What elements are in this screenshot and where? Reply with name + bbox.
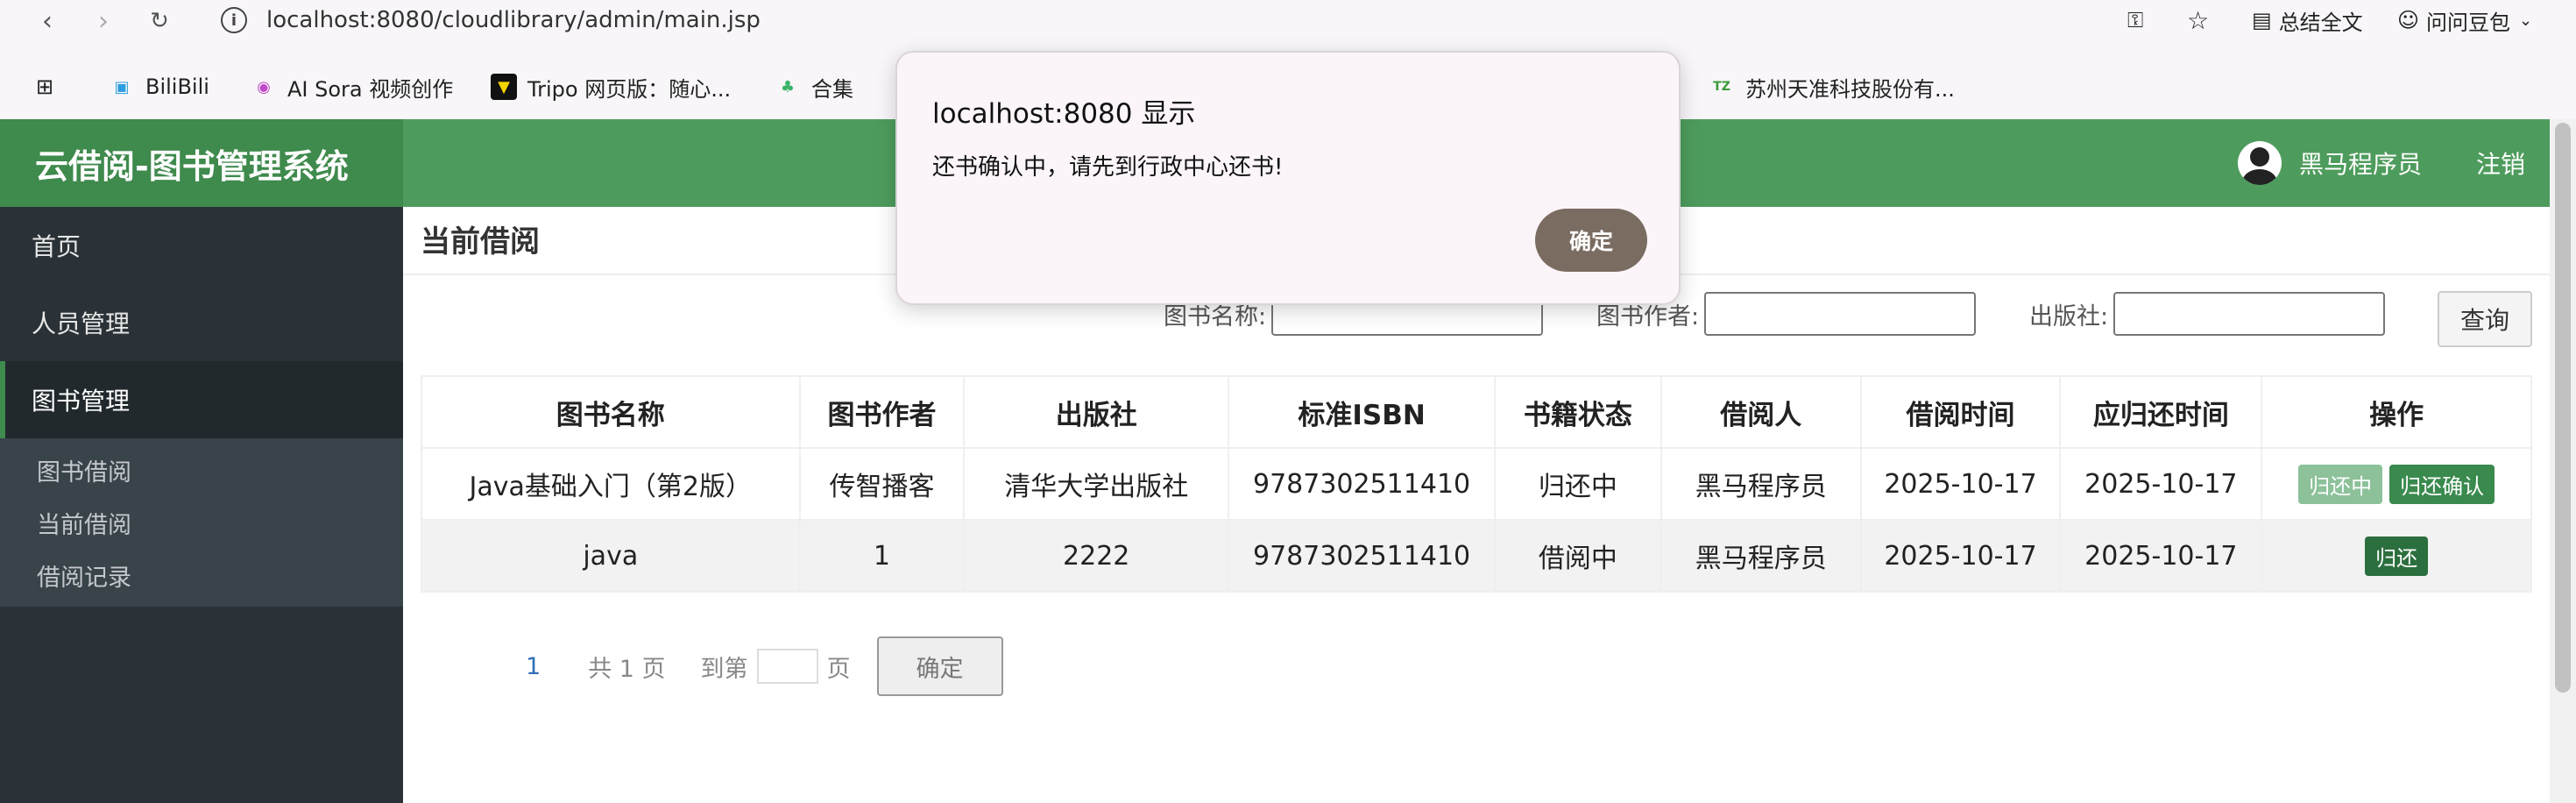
goto-page-input[interactable] [756, 649, 818, 684]
current-page-link[interactable]: 1 [526, 653, 541, 680]
column-header: 书籍状态 [1494, 375, 1662, 449]
doubao-avatar-icon: ☺ [2397, 8, 2420, 32]
cell-return-time: 2025-10-17 [2059, 447, 2263, 521]
borrow-table: 图书名称 图书作者 出版社 标准ISBN 书籍状态 借阅人 借阅时间 应归还时间… [421, 375, 2532, 593]
cell-status: 归还中 [1494, 447, 1662, 521]
bookmark-star-icon[interactable]: ☆ [2187, 2, 2209, 39]
forward-icon[interactable]: › [86, 4, 121, 39]
sidebar-item-users[interactable]: 人员管理 [0, 284, 403, 361]
total-pages: 共 1 页 [588, 655, 666, 683]
tripo-icon: ▼ [491, 74, 517, 100]
key-icon[interactable]: ⚿ [2127, 2, 2143, 39]
bookmark-tripo[interactable]: ▼ Tripo 网页版：随心... [491, 67, 731, 107]
cell-borrow-time: 2025-10-17 [1859, 519, 2062, 593]
cell-borrower: 黑马程序员 [1660, 447, 1862, 521]
return-button[interactable]: 归还 [2365, 536, 2429, 576]
cell-author: 1 [798, 519, 966, 593]
bookmark-label: 苏州天准科技股份有... [1745, 76, 1955, 102]
sidebar-submenu: 图书借阅 当前借阅 借阅记录 [0, 438, 403, 607]
sidebar-subitem-borrow[interactable]: 图书借阅 [0, 444, 403, 496]
cell-book-name: java [421, 519, 801, 593]
apps-grid-icon[interactable]: ⊞ [32, 67, 68, 107]
logout-link[interactable]: 注销 [2476, 146, 2525, 181]
bilibili-icon: ▣ [114, 77, 130, 96]
summary-label: 总结全文 [2278, 10, 2363, 35]
table-row: java 1 2222 9787302511410 借阅中 黑马程序员 2025… [421, 519, 2532, 593]
summary-icon: ▤ [2252, 8, 2272, 32]
back-icon[interactable]: ‹ [30, 4, 65, 39]
dialog-message: 还书确认中，请先到行政中心还书! [932, 154, 1284, 181]
cell-borrow-time: 2025-10-17 [1859, 447, 2062, 521]
confirm-return-button[interactable]: 归还确认 [2389, 464, 2495, 504]
cell-isbn: 9787302511410 [1228, 447, 1497, 521]
site-info-icon[interactable]: i [221, 7, 247, 33]
dialog-ok-button[interactable]: 确定 [1535, 209, 1647, 272]
goto-prefix: 到第 [700, 655, 748, 683]
cell-author: 传智播客 [798, 447, 966, 521]
goto-confirm-button[interactable]: 确定 [876, 636, 1003, 696]
bookmark-label: AI Sora 视频创作 [287, 76, 454, 102]
page-title: 当前借阅 [421, 224, 540, 259]
table-row: Java基础入门（第2版） 传智播客 清华大学出版社 9787302511410… [421, 447, 2532, 521]
pagination: 1 共 1 页 到第 页 确定 [526, 636, 1003, 696]
sidebar: 首页 人员管理 图书管理 图书借阅 当前借阅 借阅记录 [0, 207, 403, 803]
table-header-row: 图书名称 图书作者 出版社 标准ISBN 书籍状态 借阅人 借阅时间 应归还时间… [421, 375, 2532, 449]
goto-suffix: 页 [826, 655, 851, 683]
search-press-input[interactable] [2113, 292, 2386, 336]
chevron-down-icon: ⌄ [2519, 11, 2533, 30]
doubao-button[interactable]: ☺ 问问豆包 ⌄ [2397, 2, 2532, 39]
column-header: 出版社 [963, 375, 1230, 449]
doubao-label: 问问豆包 [2426, 10, 2511, 35]
cell-press: 清华大学出版社 [963, 447, 1230, 521]
sora-icon: ◉ [257, 77, 271, 96]
column-header: 图书作者 [798, 375, 966, 449]
bookmark-label: Tripo 网页版：随心... [527, 76, 732, 102]
sidebar-item-home[interactable]: 首页 [0, 207, 403, 284]
cell-isbn: 9787302511410 [1228, 519, 1497, 593]
sidebar-item-books[interactable]: 图书管理 [0, 361, 403, 438]
cell-press: 2222 [963, 519, 1230, 593]
alert-dialog: localhost:8080 显示 还书确认中，请先到行政中心还书! 确定 [895, 51, 1681, 305]
cell-status: 借阅中 [1494, 519, 1662, 593]
bookmark-tztek[interactable]: TZ 苏州天准科技股份有... [1709, 67, 1955, 107]
bookmark-ai-sora[interactable]: ◉ AI Sora 视频创作 [251, 67, 453, 107]
user-area: 黑马程序员 注销 [2237, 119, 2550, 207]
bookmark-label: BiliBili [145, 75, 209, 99]
cell-borrower: 黑马程序员 [1660, 519, 1862, 593]
address-bar[interactable]: i localhost:8080/cloudlibrary/admin/main… [203, 2, 2236, 39]
page-scrollbar[interactable] [2550, 119, 2576, 803]
column-header: 借阅时间 [1859, 375, 2062, 449]
username: 黑马程序员 [2298, 150, 2422, 179]
dialog-title: localhost:8080 显示 [932, 98, 1196, 130]
column-header: 借阅人 [1660, 375, 1862, 449]
avatar [2237, 141, 2282, 185]
query-button[interactable]: 查询 [2438, 291, 2532, 347]
sidebar-subitem-records[interactable]: 借阅记录 [0, 549, 403, 601]
cell-actions: 归还中 归还确认 [2261, 447, 2532, 521]
summary-button[interactable]: ▤ 总结全文 [2252, 2, 2363, 39]
bookmark-bilibili[interactable]: ▣ BiliBili [109, 67, 209, 107]
column-header: 操作 [2261, 375, 2532, 449]
bookmark-collection[interactable]: ♣ 合集 [775, 67, 853, 107]
browser-toolbar: ‹ › ↻ i localhost:8080/cloudlibrary/admi… [0, 0, 2576, 40]
cell-return-time: 2025-10-17 [2059, 519, 2263, 593]
url-text[interactable]: localhost:8080/cloudlibrary/admin/main.j… [266, 7, 761, 33]
app-title: 云借阅-图书管理系统 [0, 119, 403, 207]
cell-actions: 归还 [2261, 519, 2532, 593]
search-author-input[interactable] [1704, 292, 1977, 336]
reload-icon[interactable]: ↻ [142, 4, 177, 39]
column-header: 标准ISBN [1228, 375, 1497, 449]
bookmark-label: 合集 [811, 76, 853, 102]
cell-book-name: Java基础入门（第2版） [421, 447, 801, 521]
returning-button[interactable]: 归还中 [2298, 464, 2383, 504]
tztek-icon: TZ [1713, 80, 1730, 94]
scrollbar-thumb[interactable] [2555, 123, 2571, 693]
column-header: 图书名称 [421, 375, 801, 449]
sidebar-subitem-current[interactable]: 当前借阅 [0, 496, 403, 549]
column-header: 应归还时间 [2059, 375, 2263, 449]
search-press-group: 出版社: [2029, 289, 2386, 338]
search-press-label: 出版社: [2029, 302, 2109, 330]
leaf-icon: ♣ [780, 77, 796, 96]
